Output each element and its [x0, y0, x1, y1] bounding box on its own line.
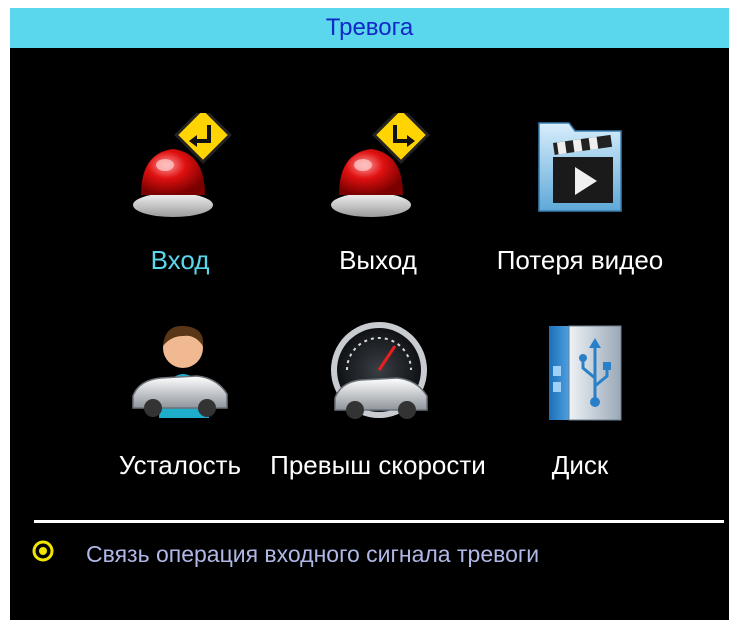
- menu-item-output[interactable]: Выход: [278, 113, 478, 293]
- hint-text: Связь операция входного сигнала тревоги: [86, 541, 540, 567]
- disk-usb-icon: [549, 325, 622, 421]
- alarm-output-icon: [331, 113, 430, 217]
- alarm-input-icon: [133, 113, 232, 217]
- title-bar: Тревога: [10, 8, 729, 48]
- alarm-screen: Тревога Вход Выход Потеря видео Усталост…: [10, 8, 729, 620]
- info-ring-icon: [32, 540, 54, 562]
- menu-item-input[interactable]: Вход: [80, 113, 280, 293]
- menu-item-video-loss[interactable]: Потеря видео: [480, 113, 680, 293]
- divider: [34, 520, 724, 523]
- menu-item-fatigue[interactable]: Усталость: [80, 318, 280, 498]
- page-title: Тревога: [325, 14, 414, 41]
- menu-item-label: Потеря видео: [496, 245, 664, 275]
- menu-item-label: Диск: [551, 450, 609, 480]
- menu-item-overspeed[interactable]: Превыш скорости: [270, 318, 486, 498]
- video-loss-icon: [538, 122, 622, 212]
- menu-item-disk[interactable]: Диск: [480, 318, 680, 498]
- fatigue-driver-icon: [132, 325, 228, 418]
- speedometer-car-icon: [331, 322, 428, 419]
